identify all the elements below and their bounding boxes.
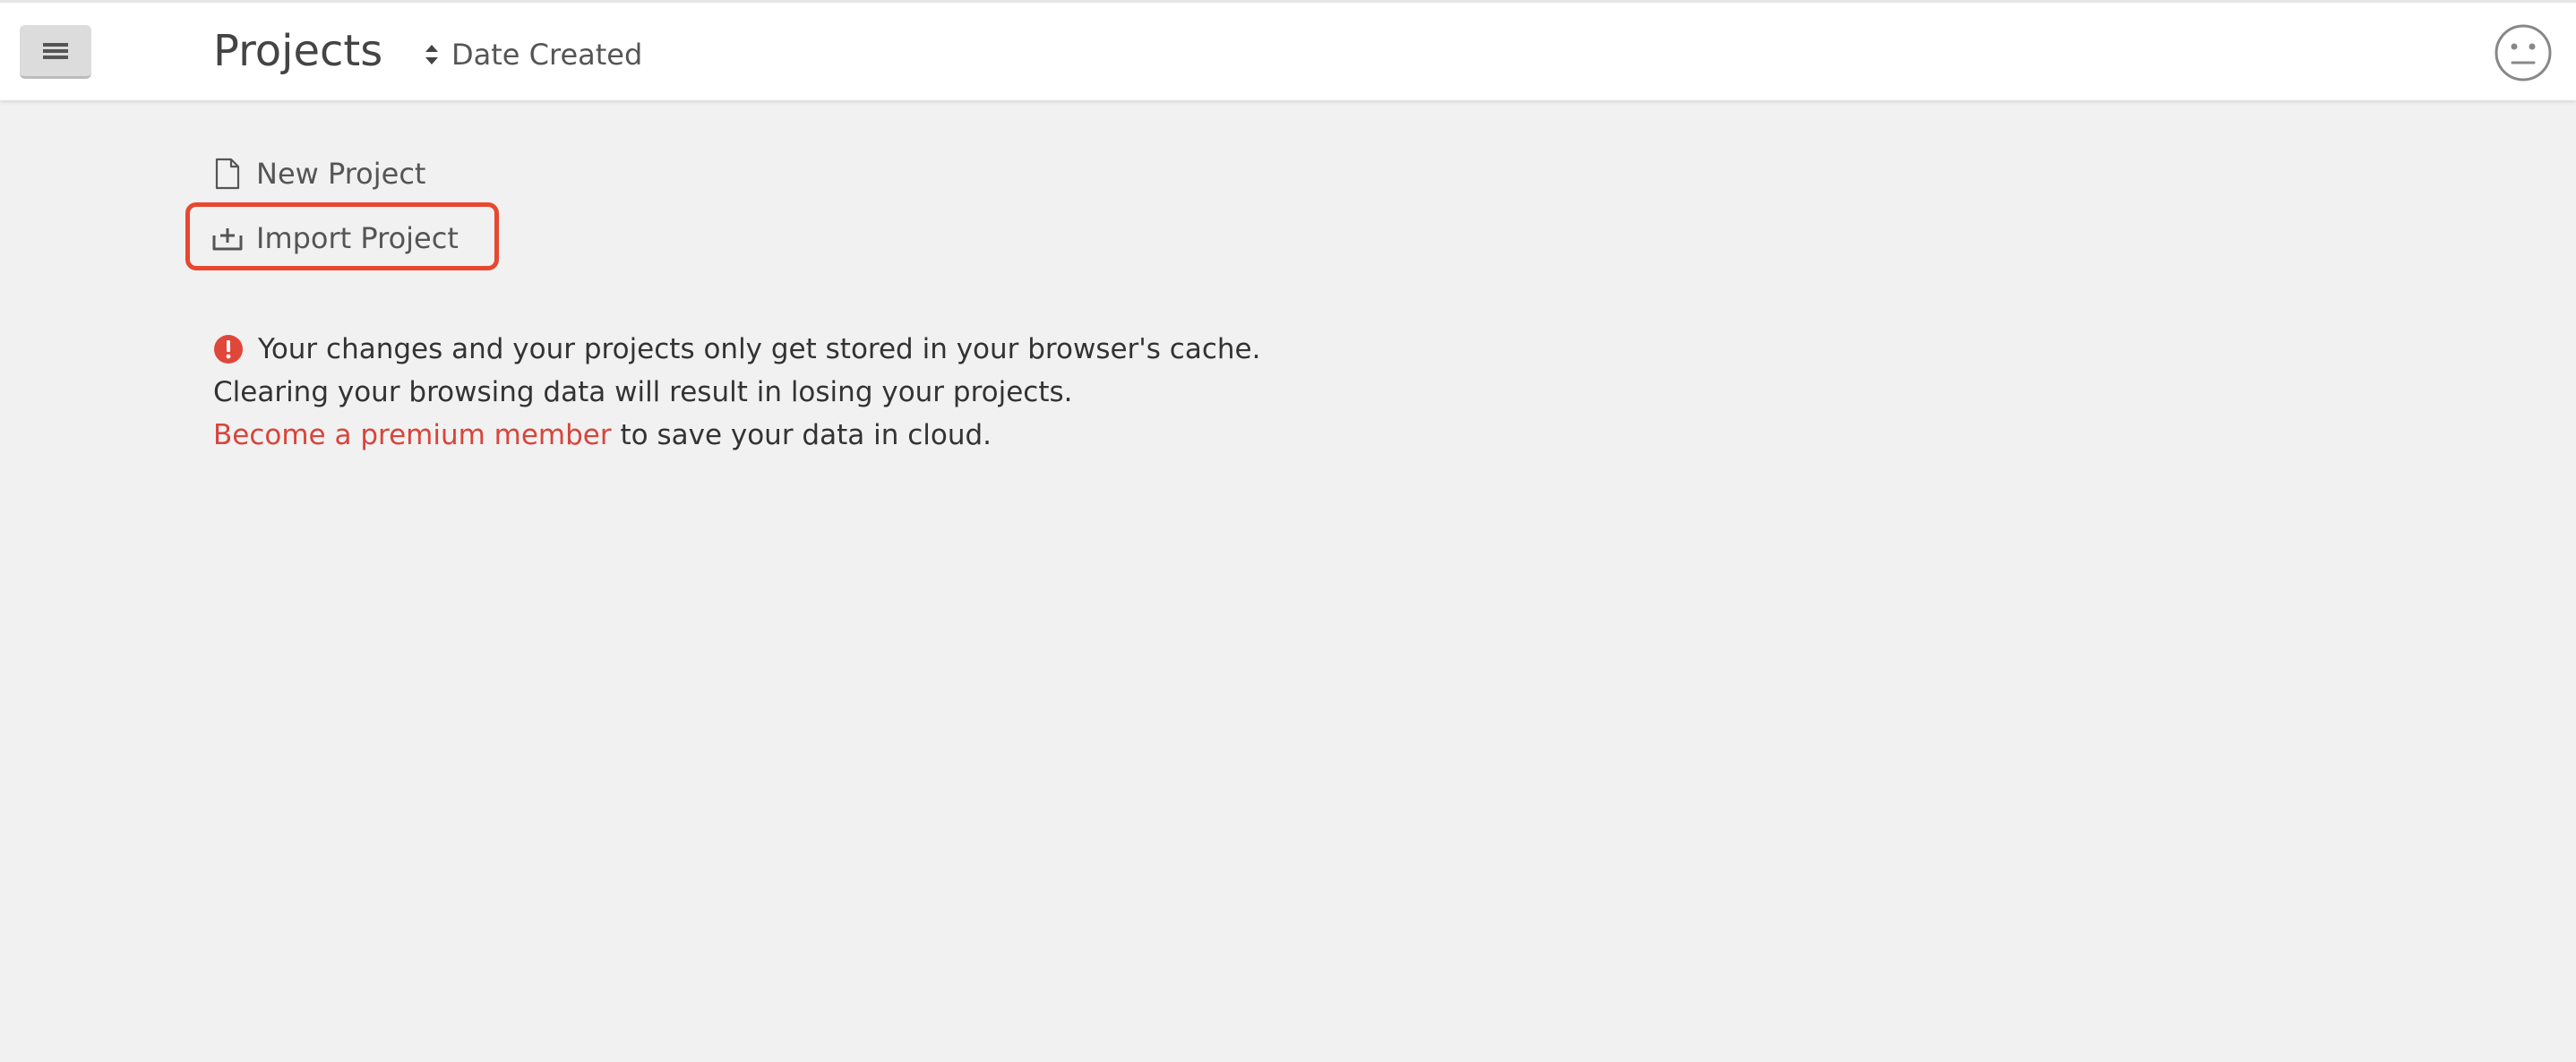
notice-line-2: Clearing your browsing data will result … (213, 371, 1260, 414)
alert-circle-icon (213, 334, 244, 364)
import-tray-icon (211, 222, 244, 254)
notice-text-3: to save your data in cloud. (611, 419, 992, 451)
import-project-button[interactable]: Import Project (211, 213, 459, 263)
neutral-face-icon (2494, 24, 2552, 81)
profile-button[interactable] (2494, 23, 2553, 82)
notice-text-2: Clearing your browsing data will result … (213, 376, 1073, 408)
import-project-label: Import Project (256, 221, 459, 255)
sort-updown-icon (425, 45, 438, 64)
premium-member-link[interactable]: Become a premium member (213, 414, 612, 457)
sort-label: Date Created (451, 38, 643, 72)
menu-button[interactable] (20, 25, 91, 79)
notice-line-3: Become a premium member to save your dat… (213, 414, 1260, 457)
top-bar: Projects Date Created (0, 0, 2576, 100)
new-project-label: New Project (256, 157, 426, 191)
new-project-button[interactable]: New Project (211, 149, 459, 199)
storage-notice: Your changes and your projects only get … (213, 328, 1260, 457)
notice-text-1: Your changes and your projects only get … (258, 333, 1261, 365)
hamburger-menu-icon (43, 42, 68, 59)
sort-dropdown[interactable]: Date Created (425, 28, 642, 81)
notice-line-1: Your changes and your projects only get … (213, 328, 1260, 371)
file-icon (211, 158, 244, 190)
project-actions: New Project Import Project (211, 149, 459, 278)
page-title: Projects (213, 26, 383, 76)
